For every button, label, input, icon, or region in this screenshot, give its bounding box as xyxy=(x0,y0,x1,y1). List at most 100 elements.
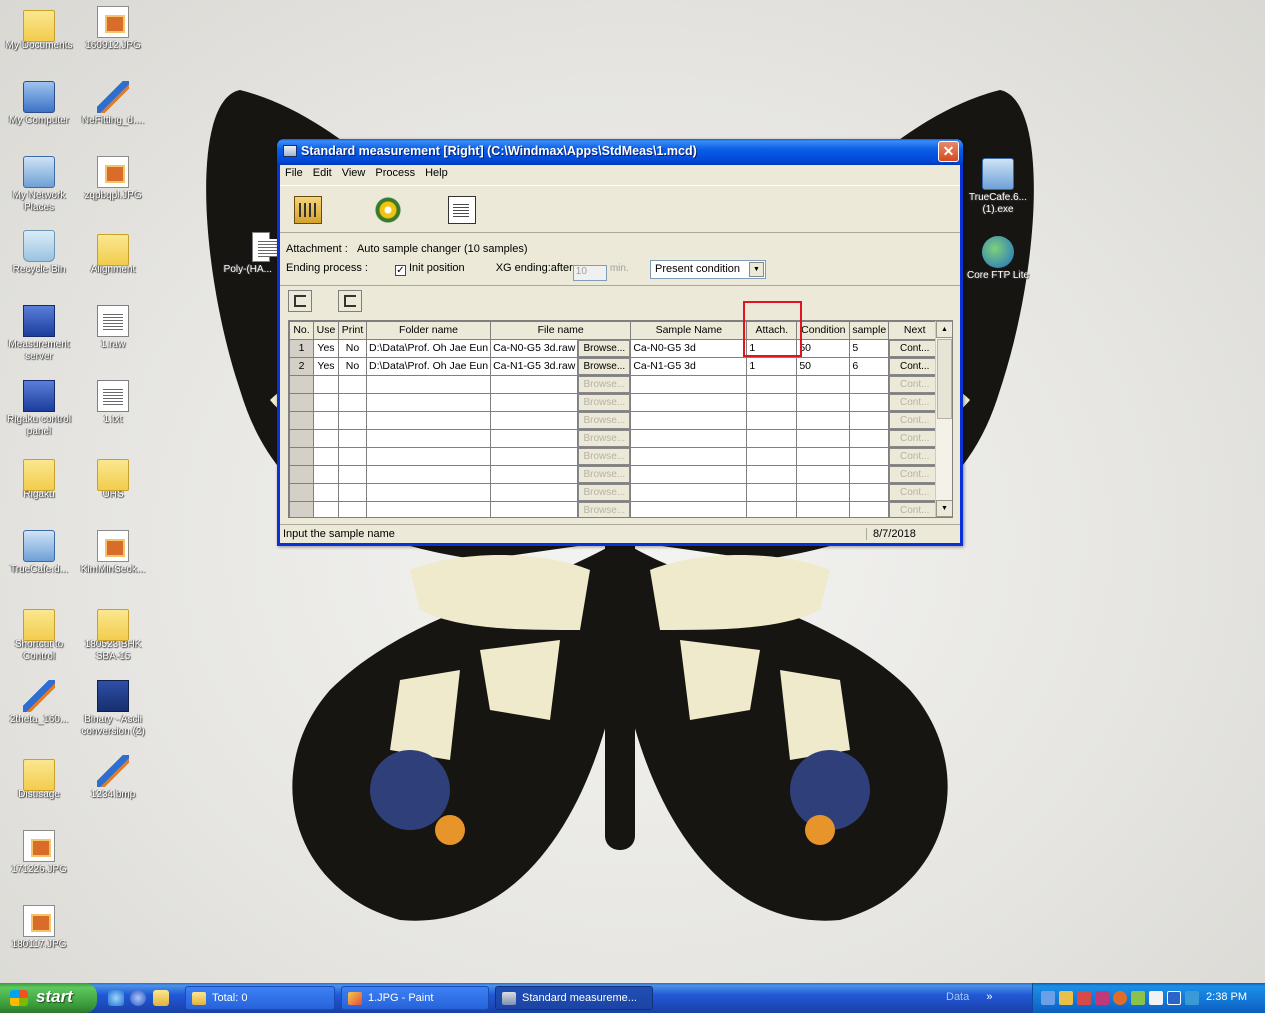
desktop-icon-1-raw[interactable]: 1.raw xyxy=(75,305,151,351)
print-cell[interactable] xyxy=(338,410,367,430)
scroll-up-icon[interactable]: ▲ xyxy=(936,321,952,338)
file-cell[interactable] xyxy=(490,482,579,502)
window-titlebar[interactable]: Standard measurement [Right] (C:\Windmax… xyxy=(277,139,963,165)
browse-button[interactable]: Browse... xyxy=(578,448,630,465)
attach-cell[interactable] xyxy=(746,392,798,412)
folder-cell[interactable] xyxy=(365,464,492,484)
desktop-icon-my-network-places[interactable]: My Network Places xyxy=(1,156,77,214)
use-cell[interactable] xyxy=(313,428,339,448)
column-header[interactable]: Sample Name xyxy=(630,321,748,340)
browse-cell[interactable]: Browse... xyxy=(577,392,632,412)
antivirus-tray-icon[interactable] xyxy=(1077,991,1091,1005)
browse-cell[interactable]: Browse... xyxy=(577,338,632,358)
condition-cell[interactable] xyxy=(796,500,851,517)
next-cell[interactable]: Cont... xyxy=(888,482,942,502)
data-toolbar[interactable]: Data » xyxy=(946,991,992,1003)
column-header[interactable]: sample xyxy=(849,321,890,340)
print-cell[interactable]: No xyxy=(338,338,367,358)
print-cell[interactable] xyxy=(338,374,367,394)
condition-cell[interactable] xyxy=(796,374,851,394)
next-cell[interactable]: Cont... xyxy=(888,446,942,466)
print-cell[interactable]: No xyxy=(338,356,367,376)
next-condition-button[interactable]: Cont... xyxy=(889,502,940,517)
attach-cell[interactable] xyxy=(746,500,798,517)
menu-view[interactable]: View xyxy=(337,165,371,181)
file-cell[interactable] xyxy=(490,446,579,466)
desktop-icon-partial[interactable]: Poly-(HA... xyxy=(222,232,278,276)
use-cell[interactable] xyxy=(313,500,339,517)
sample-cell[interactable] xyxy=(849,374,890,394)
close-button[interactable]: ✕ xyxy=(938,141,959,162)
append-row-button[interactable] xyxy=(338,290,362,312)
attach-cell[interactable] xyxy=(746,428,798,448)
use-cell[interactable]: Yes xyxy=(313,356,339,376)
column-header[interactable]: Print xyxy=(338,321,367,340)
use-cell[interactable] xyxy=(313,392,339,412)
folder-cell[interactable] xyxy=(365,410,492,430)
bluetooth-tray-icon[interactable] xyxy=(1185,991,1199,1005)
column-header[interactable]: No. xyxy=(289,321,314,340)
desktop-icon-recycle-bin[interactable]: Recycle Bin xyxy=(1,230,77,276)
next-cell[interactable]: Cont... xyxy=(888,500,942,517)
folder-cell[interactable] xyxy=(365,482,492,502)
folder-cell[interactable]: D:\Data\Prof. Oh Jae Eun xyxy=(365,356,492,376)
security-tray-icon[interactable] xyxy=(1059,991,1073,1005)
form-button[interactable] xyxy=(442,192,482,228)
next-cell[interactable]: Cont... xyxy=(888,338,942,358)
desktop-icon-180117-jpg[interactable]: 180117.JPG xyxy=(1,905,77,951)
sample-name-cell[interactable] xyxy=(630,482,748,502)
file-cell[interactable] xyxy=(490,374,579,394)
desktop-icon-nefitting-d[interactable]: NeFitting_d.... xyxy=(75,81,151,127)
use-cell[interactable] xyxy=(313,482,339,502)
use-cell[interactable] xyxy=(313,374,339,394)
desktop-icon-my-documents[interactable]: My Documents xyxy=(1,6,77,52)
file-cell[interactable]: Ca-N0-G5 3d.raw xyxy=(490,338,579,358)
use-cell[interactable]: Yes xyxy=(313,338,339,358)
browse-button[interactable]: Browse... xyxy=(578,484,630,501)
insert-row-button[interactable] xyxy=(288,290,312,312)
attach-cell[interactable] xyxy=(746,410,798,430)
condition-cell[interactable]: 50 xyxy=(796,338,851,358)
next-cell[interactable]: Cont... xyxy=(888,428,942,448)
menu-edit[interactable]: Edit xyxy=(308,165,337,181)
next-condition-button[interactable]: Cont... xyxy=(889,394,940,411)
desktop-icon-1-txt[interactable]: 1.txt xyxy=(75,380,151,426)
print-cell[interactable] xyxy=(338,464,367,484)
desktop-icon-kimminseok[interactable]: KimMinSeok... xyxy=(75,530,151,576)
attach-cell[interactable] xyxy=(746,482,798,502)
next-condition-button[interactable]: Cont... xyxy=(889,412,940,429)
browse-button[interactable]: Browse... xyxy=(578,412,630,429)
scroll-down-icon[interactable]: ▼ xyxy=(936,500,952,517)
condition-cell[interactable] xyxy=(796,392,851,412)
network-tray-icon[interactable] xyxy=(1041,991,1055,1005)
properties-button[interactable] xyxy=(288,192,328,228)
condition-cell[interactable] xyxy=(796,428,851,448)
condition-select[interactable]: Present condition ▼ xyxy=(650,260,766,279)
next-condition-button[interactable]: Cont... xyxy=(889,430,940,447)
next-condition-button[interactable]: Cont... xyxy=(889,358,940,375)
chevron-down-icon[interactable]: ▼ xyxy=(749,262,764,277)
browse-button[interactable]: Browse... xyxy=(578,340,630,357)
desktop-icon-2theta-160[interactable]: 2theta_160... xyxy=(1,680,77,726)
sample-name-cell[interactable]: Ca-N1-G5 3d xyxy=(630,356,748,376)
column-header[interactable]: Condition xyxy=(796,321,851,340)
menu-file[interactable]: File xyxy=(280,165,308,181)
desktop-icon-180523-bhk-sba-15[interactable]: 180523 BHK SBA-15 xyxy=(75,605,151,663)
next-cell[interactable]: Cont... xyxy=(888,374,942,394)
next-cell[interactable]: Cont... xyxy=(888,392,942,412)
sample-cell[interactable] xyxy=(849,500,890,517)
update-tray-icon[interactable] xyxy=(1131,991,1145,1005)
next-cell[interactable]: Cont... xyxy=(888,356,942,376)
grid-vertical-scrollbar[interactable]: ▲ ▼ xyxy=(935,321,952,517)
use-cell[interactable] xyxy=(313,464,339,484)
display-tray-icon[interactable] xyxy=(1167,991,1181,1005)
volume-tray-icon[interactable] xyxy=(1149,991,1163,1005)
browse-cell[interactable]: Browse... xyxy=(577,356,632,376)
column-header[interactable]: Use xyxy=(313,321,339,340)
browse-cell[interactable]: Browse... xyxy=(577,446,632,466)
desktop-icon-171226-jpg[interactable]: 171226.JPG xyxy=(1,830,77,876)
print-cell[interactable] xyxy=(338,482,367,502)
next-cell[interactable]: Cont... xyxy=(888,410,942,430)
column-header[interactable]: Folder name xyxy=(365,321,492,340)
desktop-icon-rigaku[interactable]: Rigaku xyxy=(1,455,77,501)
